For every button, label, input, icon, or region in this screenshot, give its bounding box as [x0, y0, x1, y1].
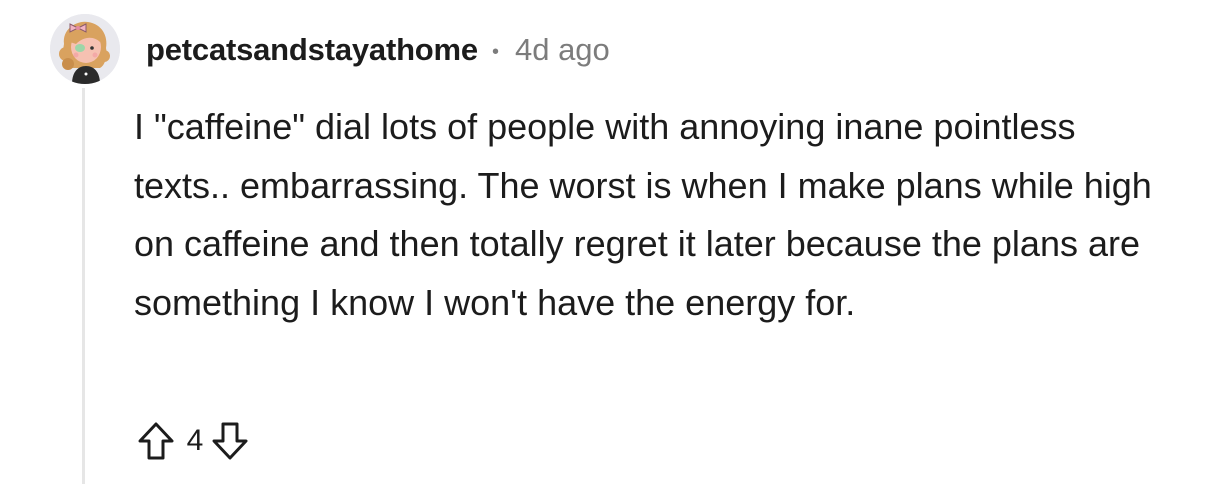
- timestamp[interactable]: 4d ago: [515, 32, 610, 68]
- avatar[interactable]: [50, 14, 120, 84]
- thread-line[interactable]: [82, 88, 85, 484]
- comment: petcatsandstayathome • 4d ago I "caffein…: [0, 0, 1206, 484]
- cartoon-avatar-icon: [50, 14, 120, 84]
- username[interactable]: petcatsandstayathome: [146, 32, 478, 68]
- upvote-button[interactable]: [134, 416, 178, 466]
- comment-body: I "caffeine" dial lots of people with an…: [134, 106, 1152, 323]
- vote-count: 4: [186, 424, 204, 457]
- arrow-up-icon: [138, 422, 174, 460]
- arrow-down-icon: [212, 422, 248, 460]
- comment-header: petcatsandstayathome • 4d ago: [146, 28, 610, 72]
- separator-dot: •: [491, 40, 499, 63]
- comment-actions: 4: [134, 416, 252, 466]
- downvote-button[interactable]: [208, 416, 252, 466]
